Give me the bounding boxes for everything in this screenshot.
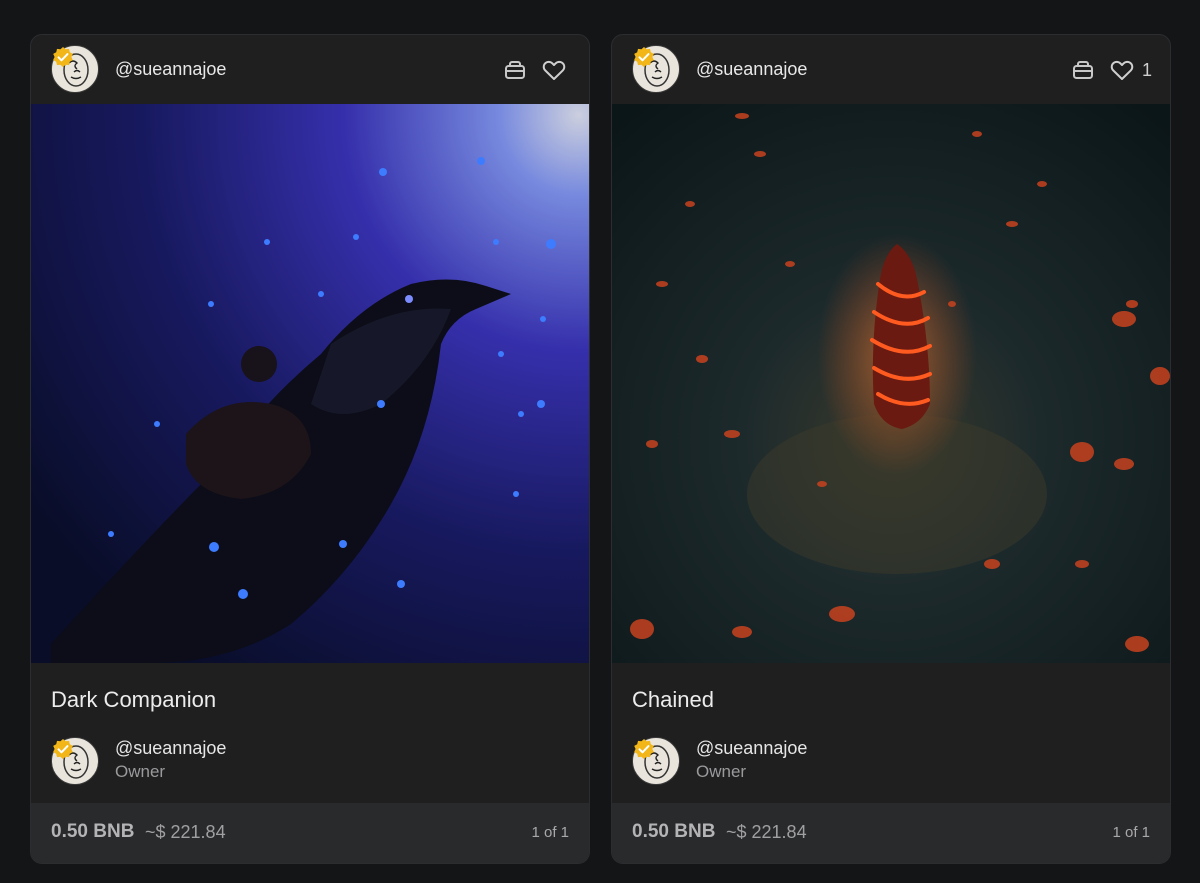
edition-count: 1 of 1: [1112, 824, 1150, 841]
owner-username[interactable]: @sueannajoe: [115, 738, 226, 759]
creator-avatar[interactable]: [51, 45, 99, 93]
price-bnb: 0.50 BNB: [51, 821, 135, 842]
edition-count: 1 of 1: [531, 824, 569, 841]
nft-card[interactable]: @sueannajoe 1 Chained @sueannajoe Owner …: [611, 34, 1171, 864]
like-button[interactable]: 1: [1110, 57, 1152, 83]
card-footer: 0.50 BNB ~$ 221.84 1 of 1: [31, 803, 589, 863]
verified-badge-icon: [53, 47, 73, 67]
cart-icon[interactable]: [502, 57, 528, 83]
verified-badge-icon: [53, 739, 73, 759]
heart-icon: [1110, 60, 1134, 80]
like-button[interactable]: [542, 57, 574, 83]
creator-username[interactable]: @sueannajoe: [115, 59, 226, 80]
price-bnb: 0.50 BNB: [632, 821, 716, 842]
creator-username[interactable]: @sueannajoe: [696, 59, 807, 80]
card-header: @sueannajoe: [31, 35, 589, 104]
verified-badge-icon: [634, 739, 654, 759]
cart-icon[interactable]: [1070, 57, 1096, 83]
like-count: 1: [1142, 59, 1153, 80]
artwork-image[interactable]: [612, 104, 1170, 663]
heart-icon: [542, 60, 566, 80]
artwork-title[interactable]: Dark Companion: [51, 687, 216, 713]
card-footer: 0.50 BNB ~$ 221.84 1 of 1: [612, 803, 1170, 863]
artwork-chained-illustration: [612, 104, 1170, 663]
price-usd: ~$ 221.84: [726, 822, 807, 842]
card-header: @sueannajoe 1: [612, 35, 1170, 104]
owner-avatar[interactable]: [632, 737, 680, 785]
owner-avatar[interactable]: [51, 737, 99, 785]
artwork-image[interactable]: [31, 104, 589, 663]
nft-card[interactable]: @sueannajoe Dark Companion @sueannajoe O…: [30, 34, 590, 864]
artwork-raven-illustration: [31, 104, 589, 663]
artwork-title[interactable]: Chained: [632, 687, 714, 713]
creator-avatar[interactable]: [632, 45, 680, 93]
owner-role-label: Owner: [115, 762, 166, 781]
price-usd: ~$ 221.84: [145, 822, 226, 842]
owner-username[interactable]: @sueannajoe: [696, 738, 807, 759]
owner-role-label: Owner: [696, 762, 747, 781]
verified-badge-icon: [634, 47, 654, 67]
